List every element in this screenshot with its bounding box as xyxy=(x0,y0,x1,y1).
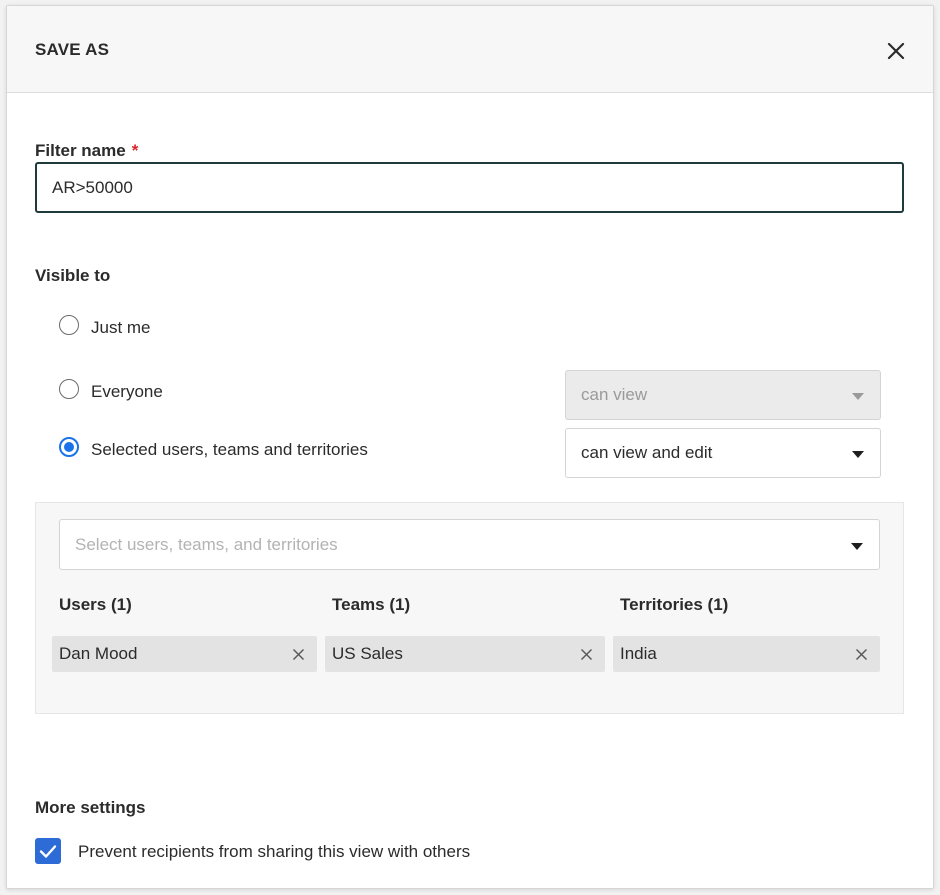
chevron-down-icon xyxy=(852,393,864,400)
more-settings-label: More settings xyxy=(35,798,146,817)
radio-button[interactable] xyxy=(59,379,79,399)
radio-label: Selected users, teams and territories xyxy=(91,440,368,459)
chevron-down-icon xyxy=(852,451,864,458)
radio-label: Everyone xyxy=(91,382,163,401)
close-icon[interactable] xyxy=(580,648,593,661)
team-chip: US Sales xyxy=(325,636,605,672)
prevent-sharing-checkbox[interactable] xyxy=(35,838,61,864)
close-button[interactable] xyxy=(883,38,909,64)
select-value: can view xyxy=(581,385,648,404)
radio-label: Just me xyxy=(91,318,151,337)
radio-button[interactable] xyxy=(59,315,79,335)
teams-heading: Teams (1) xyxy=(332,595,411,614)
radio-selected-users[interactable]: Selected users, teams and territories xyxy=(59,434,368,460)
required-marker: * xyxy=(131,141,139,160)
radio-button[interactable] xyxy=(59,437,79,457)
territories-heading: Territories (1) xyxy=(620,595,729,614)
share-picker-input[interactable]: Select users, teams, and territories xyxy=(59,519,880,570)
close-icon[interactable] xyxy=(855,648,868,661)
select-value: can view and edit xyxy=(581,443,713,462)
save-as-dialog: SAVE AS Filter name* Visible to Just me … xyxy=(6,5,934,889)
visible-to-label: Visible to xyxy=(35,266,111,285)
chip-label: India xyxy=(620,644,657,663)
radio-everyone[interactable]: Everyone xyxy=(59,376,163,402)
selected-permission-select[interactable]: can view and edit xyxy=(565,428,881,478)
everyone-permission-select: can view xyxy=(565,370,881,420)
prevent-sharing-label: Prevent recipients from sharing this vie… xyxy=(78,842,471,861)
filter-name-input[interactable] xyxy=(35,162,904,213)
chevron-down-icon xyxy=(851,542,863,550)
dialog-title: SAVE AS xyxy=(35,40,110,59)
dialog-header: SAVE AS xyxy=(7,6,933,93)
filter-name-label: Filter name * xyxy=(35,141,139,160)
territory-chip: India xyxy=(613,636,880,672)
chip-label: US Sales xyxy=(332,644,403,663)
picker-placeholder: Select users, teams, and territories xyxy=(75,534,338,554)
close-icon[interactable] xyxy=(292,648,305,661)
check-icon xyxy=(39,845,57,858)
share-panel: Select users, teams, and territories Use… xyxy=(35,502,904,714)
chip-label: Dan Mood xyxy=(59,644,138,663)
close-icon xyxy=(887,42,905,60)
radio-just-me[interactable]: Just me xyxy=(59,312,151,338)
users-heading: Users (1) xyxy=(59,595,132,614)
user-chip: Dan Mood xyxy=(52,636,317,672)
